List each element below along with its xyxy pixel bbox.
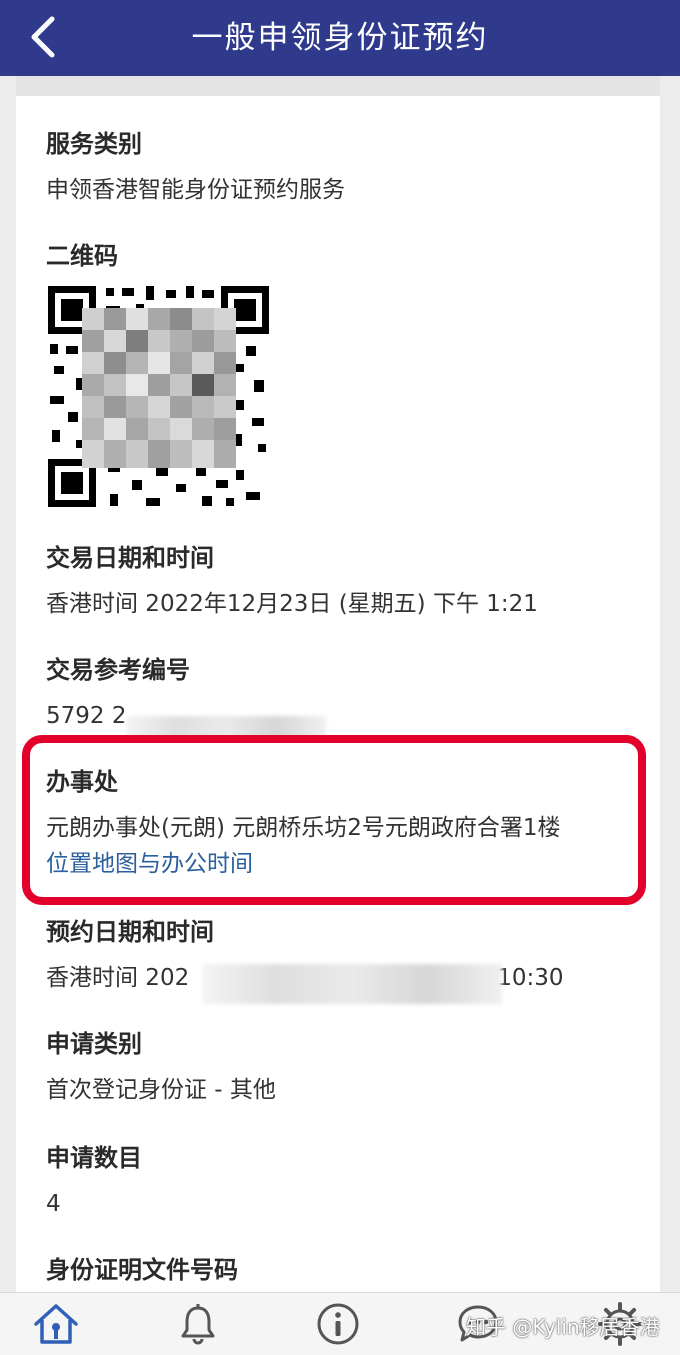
transaction-datetime-field: 交易日期和时间 香港时间 2022年12月23日 (星期五) 下午 1:21 [46,542,646,620]
transaction-datetime-value: 香港时间 2022年12月23日 (星期五) 下午 1:21 [46,591,538,617]
app-header: 一般申领身份证预约 [0,0,680,76]
application-type-label: 申请类别 [46,1030,142,1058]
office-label: 办事处 [46,768,118,796]
office-field: 办事处 元朗办事处(元朗) 元朗桥乐坊2号元朗政府合署1楼 位置地图与办公时间 [46,766,646,880]
transaction-datetime-label: 交易日期和时间 [46,544,214,572]
id-doc-no-label: 身份证明文件号码 [46,1256,238,1284]
application-count-value: 4 [46,1191,61,1217]
appointment-card: 服务类别 申领香港智能身份证预约服务 二维码 交易日期和时间 香港时间 2022… [16,76,660,1292]
watermark: 知乎 @Kylin移居香港 [466,1315,660,1339]
appointment-datetime-prefix: 香港时间 202 [46,965,190,991]
appointment-datetime-label: 预约日期和时间 [46,918,214,946]
bell-icon [181,1304,215,1345]
bottom-nav: 知乎 @Kylin移居香港 [0,1292,680,1355]
card-top-divider [16,76,660,96]
qr-code-label: 二维码 [46,242,118,270]
qr-code-image [46,284,271,509]
application-count-label: 申请数目 [46,1144,142,1172]
redacted-appointment [202,964,502,1004]
reference-no-label: 交易参考编号 [46,656,190,684]
application-type-value: 首次登记身份证 - 其他 [46,1077,276,1103]
service-type-value: 申领香港智能身份证预约服务 [46,177,345,203]
nav-info[interactable] [310,1301,366,1347]
qr-code-field: 二维码 [46,240,646,272]
application-count-field: 申请数目 4 [46,1142,646,1220]
id-doc-no-field: 身份证明文件号码 [46,1254,646,1286]
home-icon [34,1304,78,1344]
application-type-field: 申请类别 首次登记身份证 - 其他 [46,1028,646,1106]
service-type-label: 服务类别 [46,130,142,158]
appointment-datetime-suffix: 10:30 [497,965,564,991]
office-value: 元朗办事处(元朗) 元朗桥乐坊2号元朗政府合署1楼 [46,815,561,841]
nav-home[interactable] [28,1301,84,1347]
service-type-field: 服务类别 申领香港智能身份证预约服务 [46,128,646,206]
page-title: 一般申领身份证预约 [191,20,489,56]
nav-notifications[interactable] [170,1301,226,1347]
redacted-reference [126,716,326,738]
info-icon [317,1303,359,1345]
map-office-hours-link[interactable]: 位置地图与办公时间 [46,848,646,880]
